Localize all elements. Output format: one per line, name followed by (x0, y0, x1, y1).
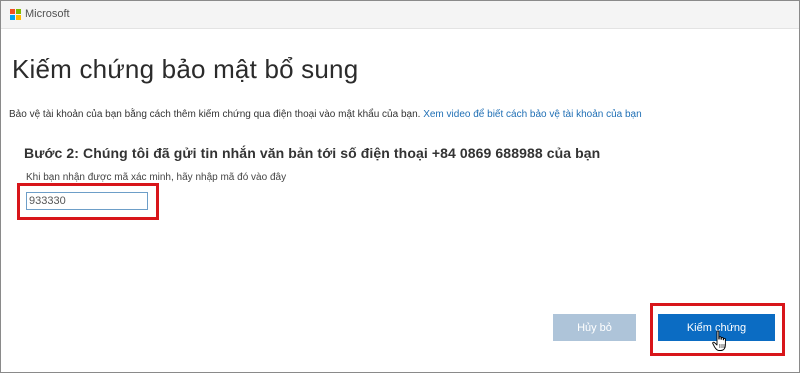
intro-description: Bảo vệ tài khoản của bạn bằng cách thêm … (9, 109, 421, 120)
page-title: Kiếm chứng bảo mật bổ sung (12, 54, 359, 84)
step-heading: Bước 2: Chúng tôi đã gửi tin nhắn văn bả… (24, 145, 601, 161)
code-hint-label: Khi bạn nhận được mã xác minh, hãy nhập … (26, 172, 287, 183)
intro-text: Bảo vệ tài khoản của bạn bằng cách thêm … (9, 109, 642, 120)
video-help-link[interactable]: Xem video để biết cách bảo vệ tài khoản … (423, 109, 641, 120)
verification-code-input[interactable] (26, 192, 148, 210)
header-bar: Microsoft (1, 1, 799, 29)
microsoft-logo-icon (10, 9, 21, 20)
hand-pointer-icon (712, 330, 726, 351)
brand-name: Microsoft (25, 8, 70, 20)
cancel-button[interactable]: Hủy bỏ (553, 314, 636, 341)
